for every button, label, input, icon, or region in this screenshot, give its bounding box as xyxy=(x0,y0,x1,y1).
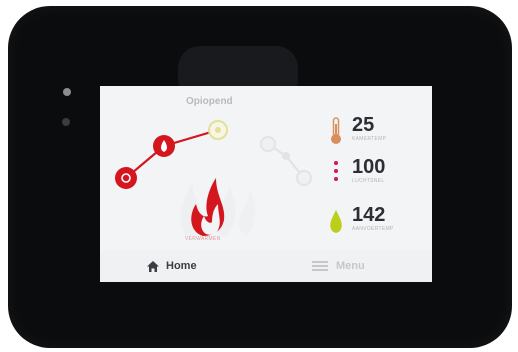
touch-screen: Opiopend VERWARMEN 25 KAMERTEMP 100 LUCH… xyxy=(100,86,432,282)
flame-icon xyxy=(191,178,225,236)
dots-icon xyxy=(334,161,338,181)
bottom-nav-bar: Home Menu xyxy=(100,250,432,282)
menu-label: Menu xyxy=(336,260,365,272)
mode-label: VERWARMEN xyxy=(185,236,221,242)
metric-value: 142 xyxy=(352,204,386,226)
menu-button[interactable]: Menu xyxy=(312,258,365,274)
hamburger-menu-icon xyxy=(312,261,328,271)
sensor-led xyxy=(62,118,70,126)
inactive-nodes xyxy=(260,136,312,186)
metric-supply-temp: 142 AANVOERTEMP xyxy=(328,204,428,240)
home-label: Home xyxy=(166,260,197,272)
thermometer-icon xyxy=(331,117,341,144)
metric-room-temp: 25 KAMERTEMP xyxy=(328,114,428,150)
step-node-3[interactable] xyxy=(208,120,228,140)
home-button[interactable]: Home xyxy=(146,258,197,274)
metric-label: AANVOERTEMP xyxy=(352,226,394,232)
status-led xyxy=(63,88,71,96)
home-icon xyxy=(147,260,159,272)
drop-icon xyxy=(330,210,342,233)
metric-value: 100 xyxy=(352,156,386,178)
metric-label: KAMERTEMP xyxy=(352,136,387,142)
step-node-2[interactable] xyxy=(153,135,175,157)
metric-value: 25 xyxy=(352,114,375,136)
metric-label: LUCHTSNEL xyxy=(352,178,385,184)
metric-air-speed: 100 LUCHTSNEL xyxy=(328,156,428,192)
step-node-1[interactable] xyxy=(115,167,137,189)
